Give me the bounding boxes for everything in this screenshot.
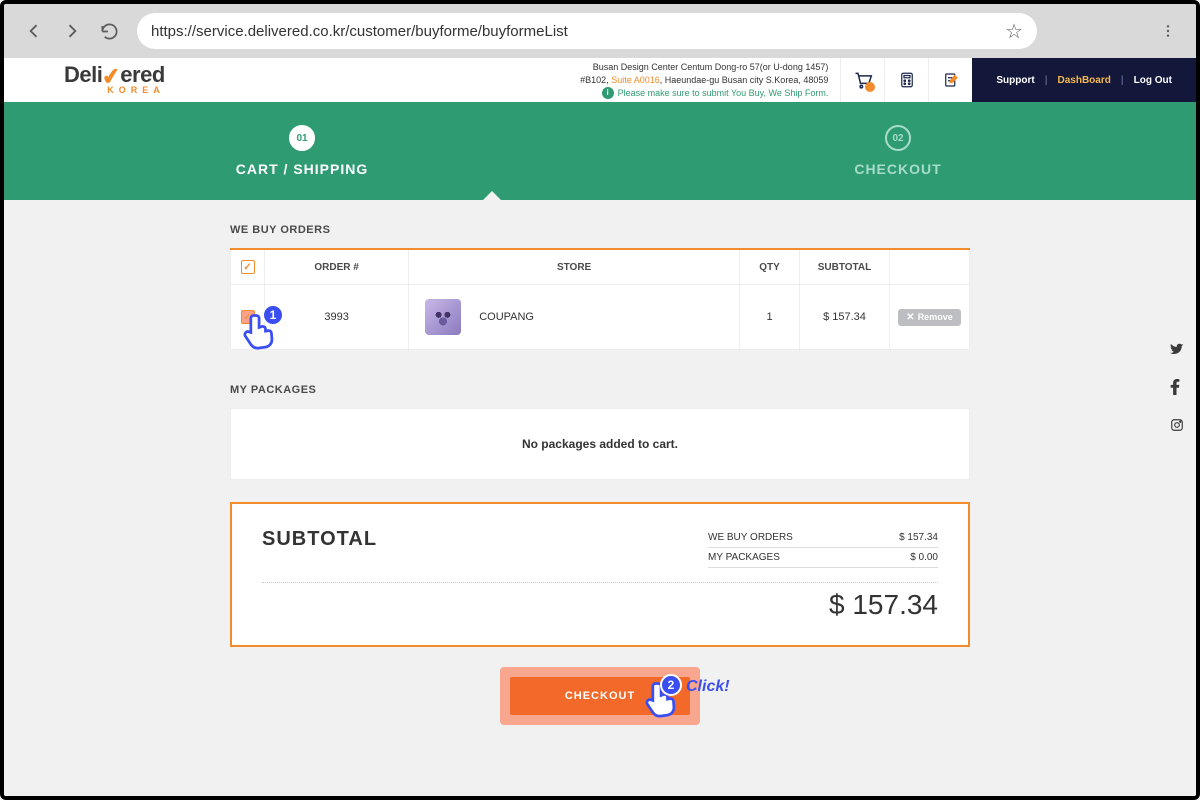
step-cart-shipping[interactable]: 01 CART / SHIPPING [4, 102, 600, 200]
step-checkout[interactable]: 02 CHECKOUT [600, 102, 1196, 200]
account-nav: Support | DashBoard | Log Out [972, 58, 1196, 102]
bookmark-star-icon[interactable]: ☆ [1005, 19, 1023, 44]
calculator-icon[interactable] [884, 58, 928, 102]
address-bar[interactable]: ☆ [137, 13, 1037, 49]
logo-check-icon: ✔ [101, 66, 122, 88]
reload-button[interactable] [100, 22, 119, 41]
packages-section-title: MY PACKAGES [230, 384, 970, 396]
cart-icon[interactable] [840, 58, 884, 102]
header-notice: i Please make sure to submit You Buy, We… [602, 87, 829, 99]
store-name: COUPANG [479, 311, 534, 323]
social-rail [1170, 342, 1184, 435]
subtotal-box: SUBTOTAL WE BUY ORDERS$ 157.34 MY PACKAG… [230, 502, 970, 647]
checkout-steps: 01 CART / SHIPPING 02 CHECKOUT [4, 102, 1196, 200]
site-header: Deli✔ered KOREA Busan Design Center Cent… [4, 58, 1196, 102]
subtotal-title: SUBTOTAL [262, 528, 377, 568]
subtotal-value: $ 157.34 [800, 285, 890, 350]
twitter-icon[interactable] [1170, 342, 1184, 359]
site-logo[interactable]: Deli✔ered KOREA [4, 58, 195, 102]
order-number: 3993 [265, 285, 409, 350]
logout-link[interactable]: Log Out [1134, 75, 1172, 86]
row-checkbox[interactable]: ✓ [241, 310, 255, 324]
info-icon: i [602, 87, 614, 99]
checkout-highlight: CHECKOUT [500, 667, 700, 725]
table-row: ✓ 3993 COUPANG 1 $ 157.34 ✕Remove [231, 285, 970, 350]
browser-menu-button[interactable] [1160, 23, 1176, 39]
dashboard-link[interactable]: DashBoard [1058, 75, 1111, 86]
cart-badge-icon [865, 82, 875, 92]
support-link[interactable]: Support [996, 75, 1034, 86]
product-thumbnail [425, 299, 461, 335]
facebook-icon[interactable] [1170, 379, 1184, 398]
select-all-checkbox[interactable]: ✓ [241, 260, 255, 274]
active-step-indicator-icon [482, 191, 502, 201]
form-icon[interactable] [928, 58, 972, 102]
checkout-button[interactable]: CHECKOUT [510, 677, 690, 715]
qty-value: 1 [740, 285, 800, 350]
warehouse-address: Busan Design Center Centum Dong-ro 57(or… [580, 61, 828, 86]
webuy-section-title: WE BUY ORDERS [230, 224, 970, 236]
url-input[interactable] [151, 23, 1005, 40]
back-button[interactable] [24, 21, 44, 41]
remove-button[interactable]: ✕Remove [898, 309, 960, 326]
browser-toolbar: ☆ [4, 4, 1196, 58]
grand-total: $ 157.34 [262, 589, 938, 621]
webuy-orders-table: ✓ ORDER # STORE QTY SUBTOTAL ✓ 3993 [230, 248, 970, 350]
close-icon: ✕ [906, 312, 914, 323]
click-annotation-label: Click! [686, 678, 730, 696]
forward-button[interactable] [62, 21, 82, 41]
packages-empty-message: No packages added to cart. [230, 408, 970, 480]
instagram-icon[interactable] [1170, 418, 1184, 435]
